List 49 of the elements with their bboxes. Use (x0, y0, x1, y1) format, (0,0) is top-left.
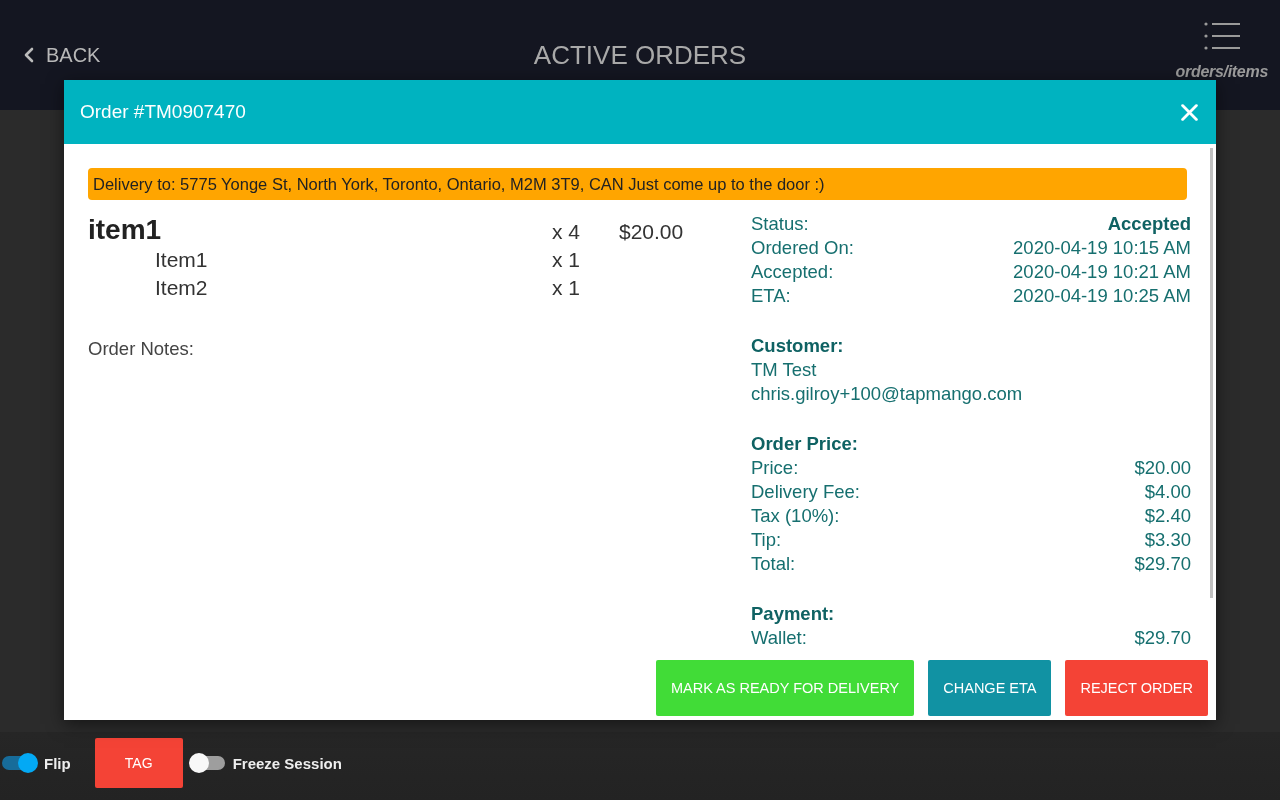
field-label: ETA: (751, 284, 791, 308)
field-value: $29.70 (1134, 626, 1191, 650)
field-label: Total: (751, 552, 796, 576)
item-price: $20.00 (619, 220, 685, 244)
field-label: Tip: (751, 528, 782, 552)
field-label: Accepted: (751, 260, 834, 284)
field-label: Ordered On: (751, 236, 854, 260)
field-value: Accepted (1107, 212, 1191, 236)
field-label: Status: (751, 212, 809, 236)
close-icon[interactable] (1181, 103, 1198, 121)
item-name: item1 (88, 214, 163, 246)
toggle-switch[interactable] (190, 756, 225, 770)
toggle-switch[interactable] (2, 756, 36, 770)
sub-item-quantity: x 1 (552, 276, 581, 300)
customer-info: TM Test (751, 358, 818, 382)
list-icon[interactable] (1204, 22, 1240, 50)
section-heading: Order Price: (751, 432, 859, 456)
sub-item-name: Item1 (155, 248, 209, 272)
section-heading: Customer: (751, 334, 845, 358)
field-value: $29.70 (1134, 552, 1191, 576)
field-label: Wallet: (751, 626, 807, 650)
delivery-banner: Delivery to: 5775 Yonge St, North York, Toronto, Ontario, M2M 3T9, CAN Just come up to the door :) (88, 168, 1187, 200)
action-button[interactable]: CHANGE ETA (928, 660, 1052, 716)
order-notes-label: Order Notes: (88, 338, 195, 360)
toggle-label: Flip (44, 754, 71, 772)
back-button[interactable]: BACK (24, 42, 101, 68)
action-button[interactable]: REJECT ORDER (1065, 660, 1208, 716)
field-value: 2020-04-19 10:21 AM (1013, 260, 1191, 284)
field-label: Tax (10%): (751, 504, 840, 528)
toggle-label: Freeze Session (232, 754, 342, 772)
sub-item-quantity: x 1 (552, 248, 581, 272)
field-value: 2020-04-19 10:15 AM (1013, 236, 1191, 260)
field-value: $3.30 (1144, 528, 1191, 552)
field-value: 2020-04-19 10:25 AM (1013, 284, 1191, 308)
field-label: Price: (751, 456, 799, 480)
item-quantity: x 4 (552, 220, 581, 244)
sub-item-name: Item2 (155, 276, 209, 300)
chevron-left-icon (24, 47, 34, 63)
scrollbar[interactable] (1210, 148, 1213, 598)
field-value: $2.40 (1144, 504, 1191, 528)
menu-label[interactable]: orders/items (1175, 63, 1268, 81)
section-heading: Payment: (751, 602, 836, 626)
dialog-title: Order #TM0907470 (80, 101, 246, 123)
tag-button[interactable]: TAG (94, 738, 183, 788)
field-value: $20.00 (1134, 456, 1191, 480)
field-value: $4.00 (1144, 480, 1191, 504)
customer-info: chris.gilroy+100@tapmango.com (751, 382, 1024, 406)
field-label: Delivery Fee: (751, 480, 860, 504)
page-title: ACTIVE ORDERS (533, 40, 747, 70)
